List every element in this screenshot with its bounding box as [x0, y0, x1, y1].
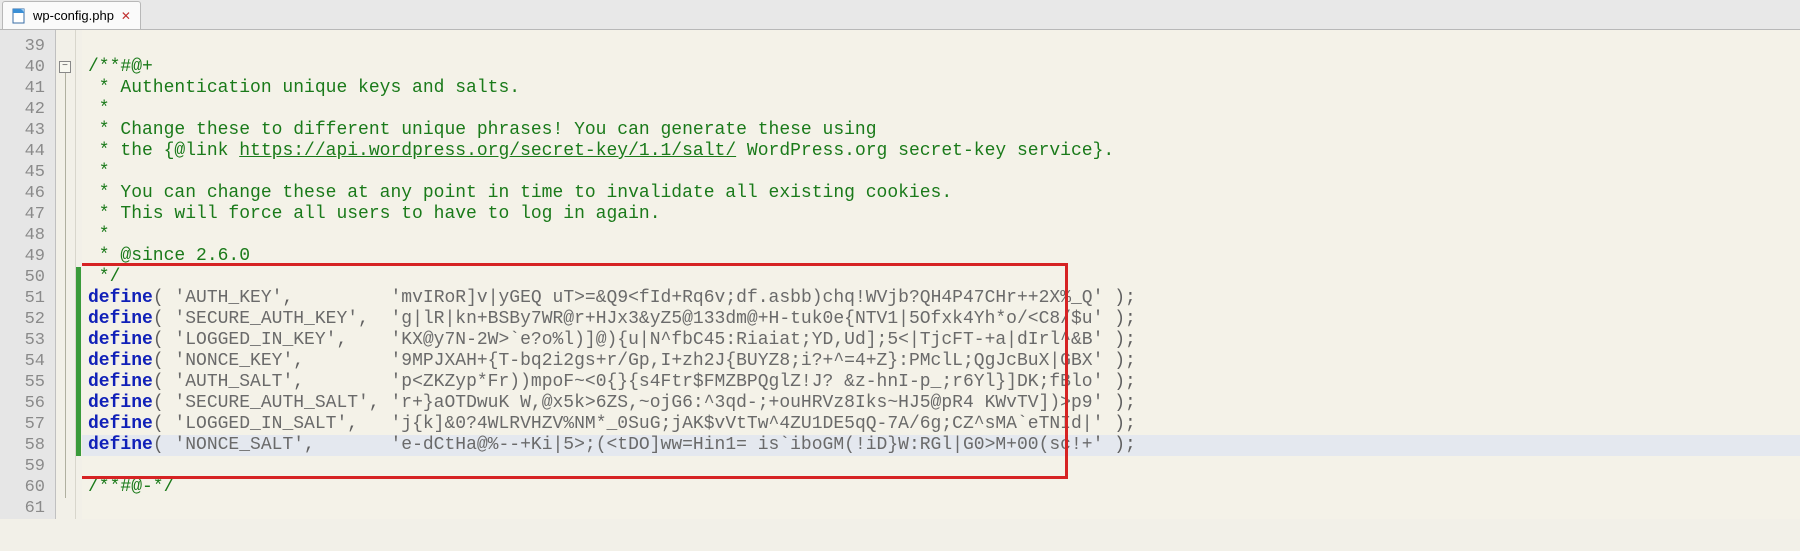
line-number: 50	[0, 267, 55, 288]
code-line[interactable]: * You can change these at any point in t…	[82, 183, 1800, 204]
line-number: 52	[0, 309, 55, 330]
tab-bar: wp-config.php ✕	[0, 0, 1800, 30]
code-line[interactable]: * Authentication unique keys and salts.	[82, 78, 1800, 99]
close-icon[interactable]: ✕	[120, 10, 132, 22]
line-number-gutter[interactable]: 3940414243444546474849505152535455565758…	[0, 30, 56, 519]
fold-toggle-icon[interactable]: −	[59, 61, 71, 73]
code-line[interactable]: * This will force all users to have to l…	[82, 204, 1800, 225]
line-number: 61	[0, 498, 55, 519]
code-line[interactable]	[82, 498, 1800, 519]
code-area[interactable]: /**#@+ * Authentication unique keys and …	[82, 30, 1800, 519]
code-line[interactable]: define( 'LOGGED_IN_SALT', 'j{k]&0?4WLRVH…	[82, 414, 1800, 435]
editor-pane: 3940414243444546474849505152535455565758…	[0, 30, 1800, 519]
line-number: 45	[0, 162, 55, 183]
file-icon	[11, 8, 27, 24]
code-line[interactable]: *	[82, 225, 1800, 246]
code-line[interactable]: define( 'NONCE_SALT', 'e-dCtHa@%--+Ki|5>…	[82, 435, 1800, 456]
line-number: 59	[0, 456, 55, 477]
code-line[interactable]: /**#@+	[82, 57, 1800, 78]
line-number: 43	[0, 120, 55, 141]
fold-guide	[65, 73, 66, 498]
line-number: 55	[0, 372, 55, 393]
fold-column[interactable]: −	[56, 30, 76, 519]
code-line[interactable]	[82, 456, 1800, 477]
line-number: 58	[0, 435, 55, 456]
line-number: 39	[0, 36, 55, 57]
code-line[interactable]: define( 'SECURE_AUTH_KEY', 'g|lR|kn+BSBy…	[82, 309, 1800, 330]
code-line[interactable]	[82, 36, 1800, 57]
code-line[interactable]: *	[82, 162, 1800, 183]
code-line[interactable]: */	[82, 267, 1800, 288]
line-number: 56	[0, 393, 55, 414]
code-line[interactable]: * Change these to different unique phras…	[82, 120, 1800, 141]
line-number: 41	[0, 78, 55, 99]
code-line[interactable]: define( 'SECURE_AUTH_SALT', 'r+}aOTDwuK …	[82, 393, 1800, 414]
code-line[interactable]: * the {@link https://api.wordpress.org/s…	[82, 141, 1800, 162]
file-tab-label: wp-config.php	[33, 8, 114, 23]
line-number: 48	[0, 225, 55, 246]
line-number: 60	[0, 477, 55, 498]
code-line[interactable]: define( 'AUTH_KEY', 'mvIRoR]v|yGEQ uT>=&…	[82, 288, 1800, 309]
line-number: 54	[0, 351, 55, 372]
line-number: 44	[0, 141, 55, 162]
code-line[interactable]: define( 'LOGGED_IN_KEY', 'KX@y7N-2W>`e?o…	[82, 330, 1800, 351]
line-number: 42	[0, 99, 55, 120]
doc-link[interactable]: https://api.wordpress.org/secret-key/1.1…	[239, 141, 736, 161]
code-line[interactable]: define( 'AUTH_SALT', 'p<ZKZyp*Fr))mpoF~<…	[82, 372, 1800, 393]
line-number: 47	[0, 204, 55, 225]
code-line[interactable]: define( 'NONCE_KEY', '9MPJXAH+{T-bq2i2gs…	[82, 351, 1800, 372]
line-number: 57	[0, 414, 55, 435]
line-number: 40	[0, 57, 55, 78]
line-number: 49	[0, 246, 55, 267]
code-line[interactable]: *	[82, 99, 1800, 120]
line-number: 53	[0, 330, 55, 351]
file-tab[interactable]: wp-config.php ✕	[2, 1, 141, 29]
line-number: 51	[0, 288, 55, 309]
code-line[interactable]: * @since 2.6.0	[82, 246, 1800, 267]
code-line[interactable]: /**#@-*/	[82, 477, 1800, 498]
change-mark	[76, 267, 81, 456]
line-number: 46	[0, 183, 55, 204]
